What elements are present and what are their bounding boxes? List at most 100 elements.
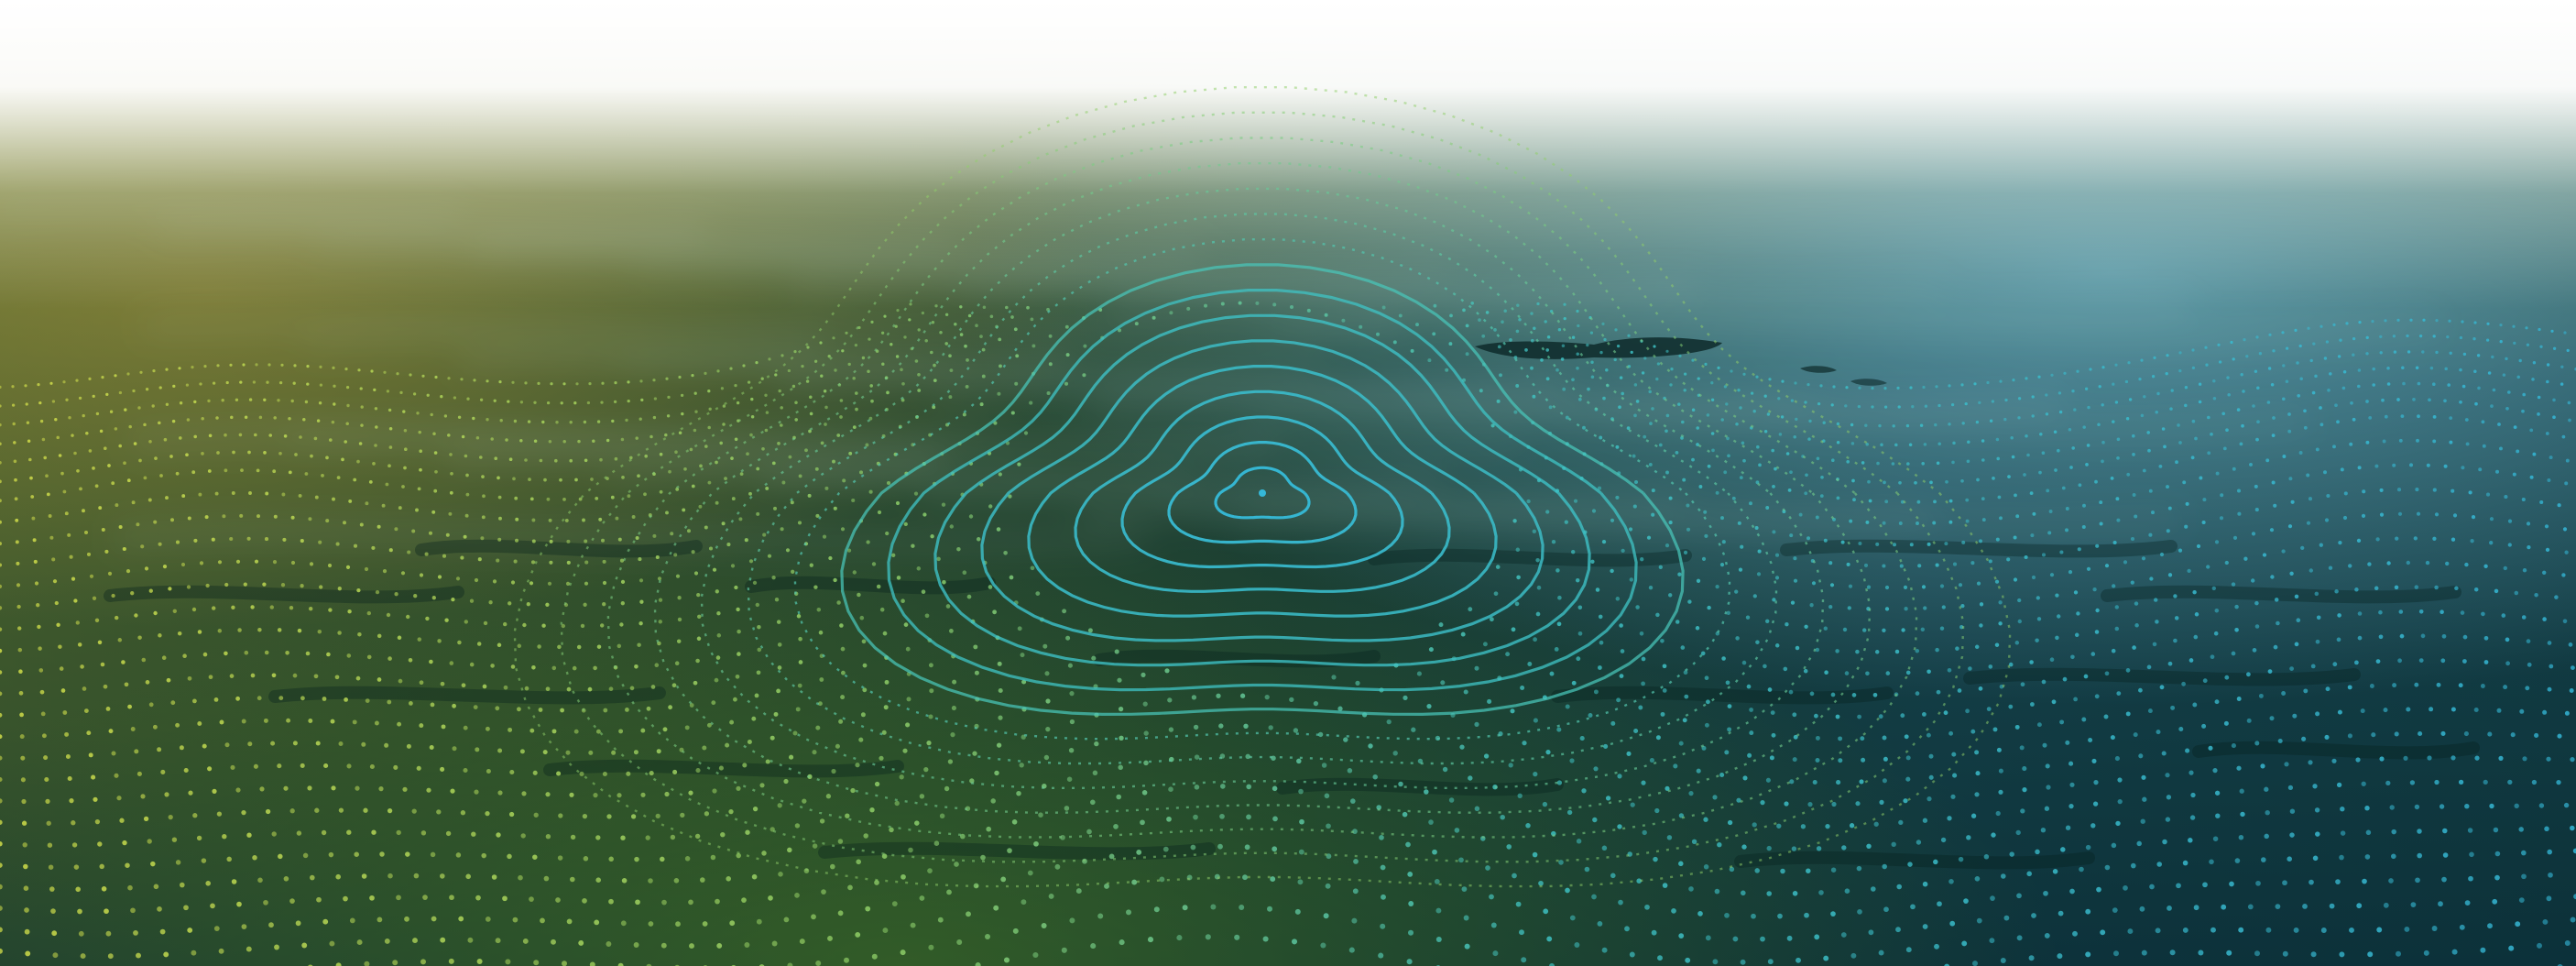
grid-dot — [2460, 610, 2465, 615]
grid-dot — [2391, 829, 2396, 835]
grid-dot — [1481, 334, 1486, 338]
grid-dot — [2379, 512, 2385, 517]
grid-dot — [1862, 628, 1867, 632]
grid-dot — [2176, 883, 2181, 889]
grid-dot — [1140, 819, 1145, 826]
grid-dot — [2123, 885, 2128, 891]
grid-dot — [895, 500, 901, 506]
grid-dot — [366, 654, 372, 660]
grid-dot — [2229, 881, 2234, 887]
grid-dot — [2537, 942, 2542, 949]
grid-dot — [1601, 539, 1607, 544]
grid-dot — [794, 823, 801, 829]
grid-dot — [1922, 924, 1928, 929]
grid-dot — [707, 480, 712, 485]
grid-dot — [2507, 779, 2513, 785]
grid-dot — [98, 506, 103, 510]
grid-dot — [1616, 697, 1621, 703]
grid-dot — [2526, 343, 2530, 346]
grid-dot — [224, 742, 230, 748]
grid-dot — [481, 515, 486, 520]
grid-dot — [490, 664, 495, 668]
grid-dot — [1952, 441, 1956, 445]
grid-dot — [1019, 763, 1024, 768]
grid-dot — [650, 685, 656, 689]
grid-dot — [812, 750, 817, 755]
grid-dot — [2014, 641, 2020, 645]
grid-dot — [48, 514, 52, 518]
grid-dot — [277, 628, 282, 632]
grid-dot — [696, 592, 701, 598]
grid-dot — [1152, 315, 1156, 320]
grid-dot — [1905, 423, 1910, 428]
grid-dot — [989, 314, 994, 319]
grid-dot — [2139, 906, 2145, 912]
grid-dot — [469, 662, 475, 667]
grid-dot — [2429, 707, 2434, 712]
grid-dot — [244, 415, 248, 420]
grid-dot — [707, 425, 711, 430]
grid-dot — [1646, 535, 1652, 540]
grid-dot — [1966, 459, 1970, 464]
grid-dot — [2097, 423, 2101, 426]
grid-dot — [798, 660, 803, 664]
grid-dot — [2116, 691, 2122, 696]
grid-dot — [566, 539, 571, 543]
grid-dot — [2140, 358, 2144, 362]
grid-dot — [188, 790, 193, 796]
grid-dot — [2315, 711, 2320, 717]
grid-dot — [2438, 901, 2443, 907]
grid-dot — [1921, 585, 1927, 589]
grid-dot — [1620, 649, 1625, 653]
grid-dot — [1974, 876, 1981, 882]
grid-dot — [824, 423, 827, 426]
grid-dot — [2189, 658, 2194, 663]
grid-dot — [338, 807, 344, 813]
grid-dot — [944, 785, 950, 792]
grid-dot — [1633, 729, 1639, 733]
grid-dot — [371, 829, 377, 835]
grid-dot — [1032, 951, 1039, 959]
grid-dot — [1519, 929, 1524, 936]
grid-dot — [1829, 583, 1835, 587]
grid-dot — [163, 951, 169, 958]
grid-dot — [2458, 683, 2463, 688]
grid-dot — [1995, 537, 2000, 542]
grid-dot — [2133, 732, 2138, 738]
grid-dot — [2184, 386, 2189, 390]
contour-peak-dot — [1259, 489, 1266, 497]
grid-dot — [1907, 862, 1913, 867]
grid-dot — [509, 769, 515, 775]
grid-dot — [2048, 510, 2053, 513]
grid-dot — [648, 921, 654, 927]
grid-dot — [2516, 375, 2520, 379]
grid-dot — [519, 438, 523, 443]
grid-dot — [555, 897, 561, 903]
grid-dot — [2312, 855, 2319, 862]
grid-dot — [2225, 428, 2229, 433]
grid-dot — [1763, 394, 1767, 398]
grid-dot — [2505, 406, 2509, 411]
grid-dot — [708, 546, 714, 551]
grid-dot — [2175, 460, 2178, 465]
grid-dot — [911, 543, 915, 548]
grid-dot — [2234, 604, 2239, 609]
grid-dot — [1193, 814, 1198, 820]
grid-dot — [1785, 452, 1790, 456]
grid-dot — [588, 750, 594, 755]
grid-dot — [128, 424, 132, 429]
grid-dot — [1724, 750, 1730, 755]
grid-dot — [1898, 521, 1903, 525]
grid-dot — [2372, 383, 2375, 387]
grid-dot — [1975, 420, 1980, 424]
grid-dot — [1922, 712, 1927, 717]
grid-dot — [2085, 463, 2089, 467]
grid-dot — [1688, 886, 1694, 892]
grid-dot — [1882, 521, 1886, 525]
grid-dot — [2192, 590, 2197, 595]
grid-dot — [2347, 733, 2352, 739]
grid-dot — [606, 438, 610, 443]
grid-dot — [1798, 512, 1803, 517]
grid-dot — [396, 829, 401, 836]
grid-dot — [498, 516, 502, 521]
